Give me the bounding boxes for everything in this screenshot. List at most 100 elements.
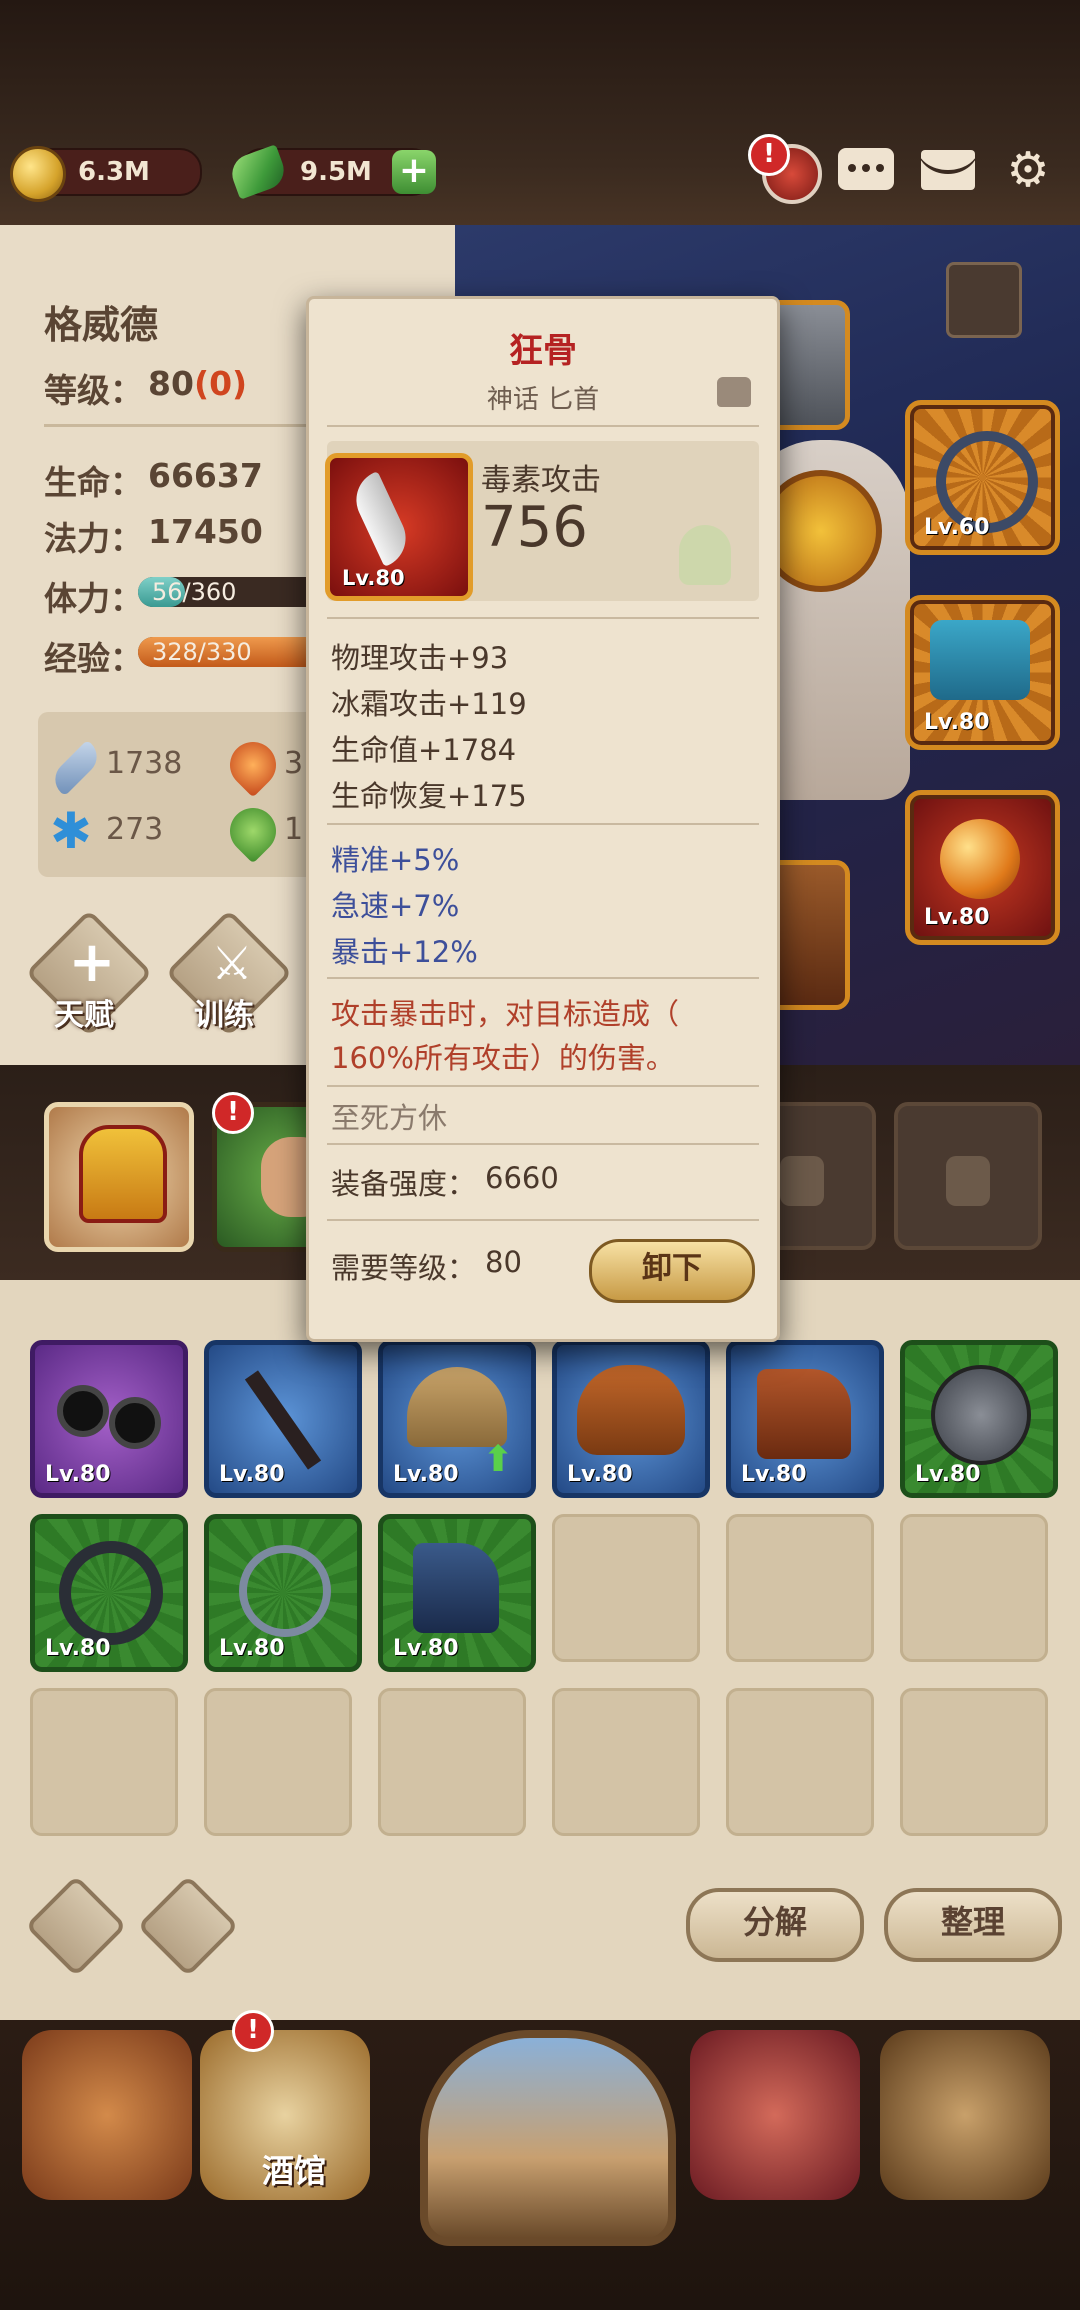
item-tooltip: 狂骨 神话 匕首 Lv.80 毒素攻击 756 物理攻击+93 冰霜攻击+119…: [306, 296, 780, 1342]
nav-forge-icon[interactable]: [880, 2030, 1050, 2200]
empty-slot[interactable]: [552, 1514, 700, 1662]
train-label: 训练: [194, 998, 254, 1033]
boots-icon: [757, 1369, 851, 1459]
poison-stat: 1: [284, 812, 304, 847]
mana-value: 17450: [148, 512, 263, 551]
base-stat: 生命值+1784: [331, 733, 517, 767]
hero-name: 格威德: [44, 303, 159, 347]
set-name: 至死方休: [331, 1101, 448, 1135]
bag-icon[interactable]: [946, 262, 1022, 338]
cloak-slot[interactable]: Lv.80: [905, 595, 1060, 750]
bonus-stat: 精准+5%: [331, 843, 460, 877]
physical-stat: 1738: [106, 746, 183, 781]
level-bonus: (0): [194, 364, 248, 403]
divider: [327, 1219, 759, 1221]
item-name: 狂骨: [509, 331, 577, 371]
item-level: Lv.80: [915, 1462, 981, 1487]
level-label: 等级：: [44, 371, 143, 410]
boots-icon: [413, 1543, 499, 1633]
item-level: Lv.80: [219, 1462, 285, 1487]
empty-slot[interactable]: [30, 1688, 178, 1836]
empty-slot[interactable]: [552, 1688, 700, 1836]
base-stat: 冰霜攻击+119: [331, 687, 527, 721]
mana-label: 法力：: [44, 519, 143, 558]
fire-stat: 3: [284, 746, 304, 781]
ring-slot[interactable]: Lv.60: [905, 400, 1060, 555]
divider: [327, 1085, 759, 1087]
locked-hero-slot[interactable]: [894, 1102, 1042, 1250]
snowflake-icon: ✱: [50, 802, 92, 860]
inventory-item[interactable]: Lv.80: [30, 1514, 188, 1672]
hp-value: 66637: [148, 456, 263, 495]
divider: [327, 1143, 759, 1145]
lock-icon: [780, 1156, 824, 1206]
plus-icon: +: [68, 930, 116, 995]
base-stat: 生命恢复+175: [331, 779, 527, 813]
ring-icon: [239, 1545, 331, 1637]
item-level: Lv.80: [393, 1636, 459, 1661]
slot-level: Lv.80: [924, 710, 990, 735]
shield-icon: [931, 1365, 1031, 1465]
inventory-item[interactable]: Lv.80: [378, 1514, 536, 1672]
item-type: 神话 匕首: [486, 385, 600, 415]
slot-level: Lv.80: [924, 905, 990, 930]
slot-level: Lv.60: [924, 515, 990, 540]
level-value: 80: [148, 364, 194, 403]
item-level: Lv.80: [342, 566, 405, 590]
inventory-item[interactable]: Lv.80: [30, 1340, 188, 1498]
item-level: Lv.80: [393, 1462, 459, 1487]
ring-icon: [59, 1541, 163, 1645]
nav-tavern-label: 酒馆: [262, 2152, 327, 2190]
inventory-item[interactable]: Lv.80: [204, 1514, 362, 1672]
gear-icon[interactable]: ⚙: [996, 138, 1060, 202]
inventory-item[interactable]: Lv.80: [204, 1340, 362, 1498]
inventory-item[interactable]: Lv.80: [552, 1340, 710, 1498]
leather-helmet-icon: [577, 1365, 685, 1455]
empty-slot[interactable]: [726, 1688, 874, 1836]
effect-line: 攻击暴击时，对目标造成（: [331, 997, 680, 1031]
goggles-lens: [109, 1397, 161, 1449]
inventory-item[interactable]: Lv.80: [900, 1340, 1058, 1498]
exp-text: 328/330: [152, 638, 252, 666]
empty-slot[interactable]: [900, 1688, 1048, 1836]
empty-slot[interactable]: [726, 1514, 874, 1662]
main-stat-value: 756: [481, 495, 588, 560]
divider: [327, 425, 759, 427]
divider: [327, 977, 759, 979]
gold-coin-icon: [10, 146, 66, 202]
nav-town-icon[interactable]: [22, 2030, 192, 2200]
empty-slot[interactable]: [204, 1688, 352, 1836]
sort-button[interactable]: 整理: [884, 1888, 1062, 1962]
talent-label: 天赋: [54, 998, 114, 1033]
inventory-item[interactable]: Lv.80: [726, 1340, 884, 1498]
empty-slot[interactable]: [378, 1688, 526, 1836]
nav-shop-icon[interactable]: [690, 2030, 860, 2200]
notification-badge: !: [232, 2010, 274, 2052]
frost-stat: 273: [106, 812, 164, 847]
bonus-stat: 暴击+12%: [331, 935, 478, 969]
orb-slot[interactable]: Lv.80: [905, 790, 1060, 945]
item-level: Lv.80: [45, 1636, 111, 1661]
required-level-label: 需要等级：: [331, 1251, 477, 1285]
nav-adventure-icon[interactable]: [420, 2030, 676, 2246]
staff-icon: [244, 1370, 322, 1470]
hero-portrait-knight[interactable]: [44, 1102, 194, 1252]
inventory-item[interactable]: ⬆ Lv.80: [378, 1340, 536, 1498]
notification-badge: !: [212, 1092, 254, 1134]
chat-icon[interactable]: [834, 138, 898, 202]
unequip-button[interactable]: 卸下: [589, 1239, 755, 1303]
orb-icon: [940, 819, 1020, 899]
notification-badge: !: [748, 134, 790, 176]
hp-label: 生命：: [44, 463, 143, 502]
item-level: Lv.80: [219, 1636, 285, 1661]
item-level: Lv.80: [567, 1462, 633, 1487]
lock-icon: [946, 1156, 990, 1206]
upgrade-arrow-icon: ⬆: [483, 1439, 514, 1480]
dagger-icon: Lv.80: [325, 453, 473, 601]
empty-slot[interactable]: [900, 1514, 1048, 1662]
divider: [327, 823, 759, 825]
stamina-label: 体力：: [44, 579, 143, 618]
add-gems-button[interactable]: +: [392, 150, 436, 194]
salvage-button[interactable]: 分解: [686, 1888, 864, 1962]
mail-icon[interactable]: [916, 138, 980, 202]
